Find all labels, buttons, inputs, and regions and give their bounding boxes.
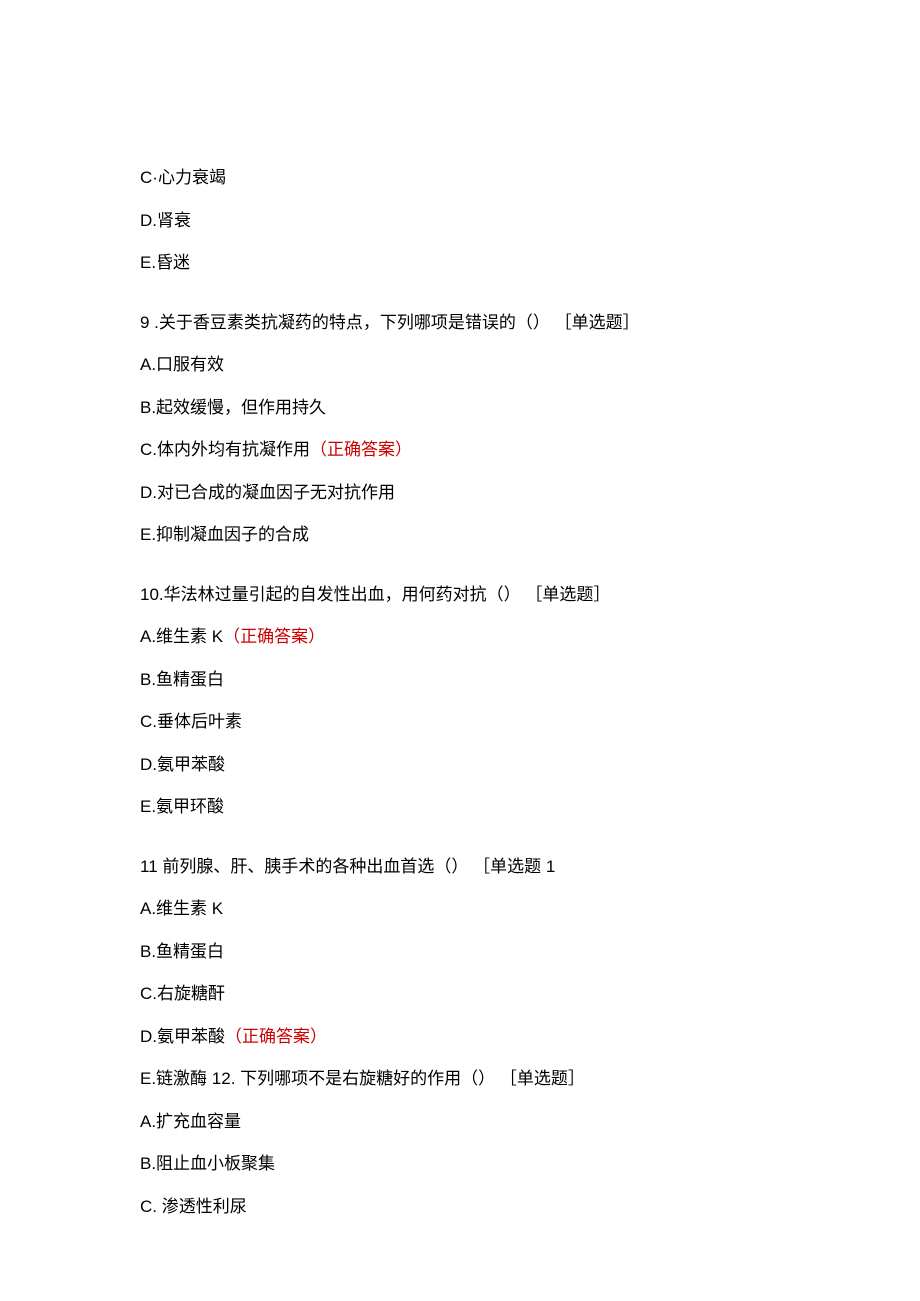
q9-option-a: A.口服有效 [140,352,780,378]
q10-option-a-answer: （正确答案） [223,627,325,646]
q10-option-b: B.鱼精蛋白 [140,667,780,693]
q8-option-c: C·心力衰竭 [140,165,780,191]
q11-option-d: D.氨甲苯酸（正确答案） [140,1024,780,1050]
q11-option-a: A.维生素 K [140,896,780,922]
q9-option-e: E.抑制凝血因子的合成 [140,522,780,548]
q11-option-d-text: D.氨甲苯酸 [140,1027,225,1046]
q10-option-a-text: A.维生素 K [140,627,223,646]
q11-option-b: B.鱼精蛋白 [140,939,780,965]
q12-option-c: C. 渗透性利尿 [140,1194,780,1220]
q11-option-c: C.右旋糖酐 [140,981,780,1007]
q10-option-c: C.垂体后叶素 [140,709,780,735]
q12-option-b: B.阻止血小板聚集 [140,1151,780,1177]
q8-option-d: D.肾衰 [140,208,780,234]
q8-option-e: E.昏迷 [140,250,780,276]
q10-option-e: E.氨甲环酸 [140,794,780,820]
q9-option-b: B.起效缓慢，但作用持久 [140,395,780,421]
q12-option-a: A.扩充血容量 [140,1109,780,1135]
q11-stem: 11 前列腺、肝、胰手术的各种出血首选（） ［单选题 1 [140,854,780,880]
q9-option-d: D.对已合成的凝血因子无对抗作用 [140,480,780,506]
q10-stem: 10.华法林过量引起的自发性出血，用何药对抗（） ［单选题］ [140,582,780,608]
q9-option-c-answer: （正确答案） [310,440,412,459]
q10-option-d: D.氨甲苯酸 [140,752,780,778]
q10-option-a: A.维生素 K（正确答案） [140,624,780,650]
q11-option-e-and-q12-stem: E.链激酶 12. 下列哪项不是右旋糖好的作用（） ［单选题］ [140,1066,780,1092]
q9-option-c: C.体内外均有抗凝作用（正确答案） [140,437,780,463]
q9-stem: 9 .关于香豆素类抗凝药的特点，下列哪项是错误的（） ［单选题］ [140,310,780,336]
q9-option-c-text: C.体内外均有抗凝作用 [140,440,310,459]
q11-option-d-answer: （正确答案） [225,1027,327,1046]
